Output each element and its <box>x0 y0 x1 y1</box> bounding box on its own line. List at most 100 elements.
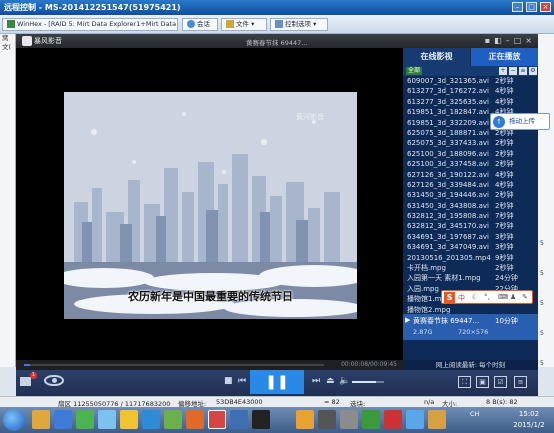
fullscreen-icon[interactable]: ⛶ <box>458 376 471 388</box>
app-icon[interactable] <box>120 410 138 429</box>
next-button[interactable]: ⏭ <box>312 376 320 386</box>
chat-button[interactable]: 会话 <box>182 18 218 31</box>
user-icon[interactable]: ♟ <box>510 293 516 301</box>
start-button[interactable] <box>3 409 25 431</box>
close-button[interactable]: × <box>540 2 551 12</box>
player-titlebar[interactable]: 暴风影音 黄赛春节抹 69447... ▪ ◧ – □ × <box>16 34 538 48</box>
playlist-item[interactable]: 625100_3d_188096.avi 2秒钟 <box>403 149 538 159</box>
explorer-icon[interactable] <box>32 410 50 429</box>
ime-language[interactable]: 中 <box>458 293 465 303</box>
now-playing-item[interactable]: ▶ 黄赛春节抹 69447... 10分钟 2.87G 720×576 <box>403 314 538 340</box>
winhex-taskbar-tab[interactable]: WinHex - [RAID 5: Mirt Data Explorer1+Mi… <box>2 18 178 31</box>
app-icon[interactable] <box>428 410 446 429</box>
playlist-item-name: 634691_3d_347049.avi <box>407 243 489 252</box>
filter-dropdown[interactable]: 全部 <box>406 67 423 75</box>
playlist-item[interactable]: 20130516_201305.mp4 9秒钟 <box>403 253 538 263</box>
playlist-item[interactable]: 625075_3d_337433.avi 2秒钟 <box>403 138 538 148</box>
ie-icon[interactable] <box>54 410 72 429</box>
add-icon[interactable]: + <box>499 67 507 75</box>
minimize-icon[interactable]: – <box>506 36 510 45</box>
playlist-footer[interactable]: 网上阅读最新: 每个时刻 <box>403 360 538 370</box>
app-icon[interactable] <box>186 410 204 429</box>
app-icon[interactable] <box>230 410 248 429</box>
playlist-item[interactable]: 634691_3d_197687.avi 3秒钟 <box>403 232 538 242</box>
playlist-item[interactable]: 632812_3d_345170.avi 7秒钟 <box>403 221 538 231</box>
seek-track[interactable] <box>24 364 324 366</box>
playlist-item[interactable]: 625100_3d_337458.avi 2秒钟 <box>403 159 538 169</box>
control-options-button[interactable]: 控制选项 ▾ <box>270 18 328 31</box>
playlist-item[interactable]: 613277_3d_325635.avi 4秒钟 <box>403 97 538 107</box>
maximize-button[interactable]: □ <box>526 2 537 12</box>
playlist-item[interactable]: 627126_3d_190122.avi 4秒钟 <box>403 170 538 180</box>
skin-icon[interactable]: ◧ <box>494 36 502 45</box>
background-toolbar: WinHex - [RAID 5: Mirt Data Explorer1+Mi… <box>0 15 554 34</box>
volume-slider[interactable] <box>352 381 384 383</box>
settings-icon[interactable]: ⚙ <box>529 67 537 75</box>
keyboard-icon[interactable]: ⌨ <box>498 293 508 301</box>
tab-online-video[interactable]: 在线影视 <box>403 48 470 66</box>
previous-button[interactable]: ⏮ <box>238 376 246 386</box>
seek-bar[interactable]: 00:00:08/00:09:45 <box>16 360 403 370</box>
media-player-taskbar-icon[interactable] <box>208 410 226 429</box>
list-icon[interactable]: ≡ <box>519 67 527 75</box>
playlist-item[interactable]: 634691_3d_347049.avi 3秒钟 <box>403 242 538 252</box>
app-icon[interactable] <box>406 410 424 429</box>
video-frame[interactable]: 黄河影音 农历新年是中国最重要的传统节日 <box>64 92 357 319</box>
chat-icon[interactable]: ▪ <box>485 36 490 45</box>
playlist-item-name: 634691_3d_197687.avi <box>407 232 489 241</box>
moon-icon[interactable]: ☾ <box>472 293 478 301</box>
shield-icon[interactable] <box>142 410 160 429</box>
play-indicator-icon: ▶ <box>405 316 411 324</box>
player-app-name[interactable]: 暴风影音 <box>34 36 62 46</box>
upload-tooltip[interactable]: ↑ 拖动上传 <box>490 113 550 130</box>
playlist-item[interactable]: 631450_3d_343808.avi 2秒钟 <box>403 201 538 211</box>
app-icon[interactable] <box>252 410 270 429</box>
playlist-toggle-icon[interactable]: ☑ <box>494 376 507 388</box>
playlist-item[interactable]: 631450_3d_194446.avi 2秒钟 <box>403 190 538 200</box>
app-icon[interactable] <box>164 410 182 429</box>
playlist-item-name: 609007_3d_321365.avi <box>407 77 489 85</box>
upload-tooltip-label: 拖动上传 <box>509 117 535 125</box>
video-display[interactable]: 黄河影音 农历新年是中国最重要的传统节日 <box>16 48 403 360</box>
eye-protection-icon[interactable] <box>44 375 64 386</box>
open-file-button[interactable]: ⏏ <box>326 376 335 386</box>
system-clock[interactable]: 15:02 2015/1/2 <box>506 409 552 431</box>
minimize-button[interactable]: – <box>512 2 523 12</box>
file-menu-button[interactable]: 文件 ▾ <box>221 18 267 31</box>
playlist-item[interactable]: 613277_3d_176272.avi 4秒钟 <box>403 86 538 96</box>
offset-value: 53DB4E43000 <box>216 398 263 406</box>
clock-time: 15:02 <box>518 410 540 418</box>
left-strip-label-1: 窝 <box>2 34 9 42</box>
playlist-item-duration: 4秒钟 <box>495 170 514 179</box>
volume-icon[interactable]: 🔈 <box>339 376 350 386</box>
app-icon[interactable] <box>98 410 116 429</box>
app-icon[interactable] <box>384 410 402 429</box>
app-icon[interactable] <box>340 410 358 429</box>
menu-icon[interactable]: ≡ <box>514 376 527 388</box>
remote-window-titlebar[interactable]: 远程控制 - MS-201412251547(51975421) – □ × <box>0 0 554 15</box>
playlist-item-duration: 4秒钟 <box>495 97 514 106</box>
punctuation-icon[interactable]: °, <box>484 293 490 301</box>
playlist-item[interactable]: 609007_3d_321365.avi 2秒钟 <box>403 76 538 86</box>
close-icon[interactable]: × <box>525 36 532 45</box>
maximize-icon[interactable]: □ <box>514 36 522 45</box>
ime-toolbar[interactable]: S 中 ☾ °, ⌨ ♟ ✎ <box>441 290 533 304</box>
toolbox-icon[interactable] <box>20 377 31 386</box>
left-strip-label-2: 文( <box>2 43 12 51</box>
playlist-item[interactable]: 632812_3d_195808.avi 7秒钟 <box>403 211 538 221</box>
qq-browser-icon[interactable] <box>76 410 94 429</box>
playlist-item[interactable]: 入园第一天 素材1.mpg 24分钟 <box>403 273 538 283</box>
remove-icon[interactable]: − <box>509 67 517 75</box>
app-icon[interactable] <box>318 410 336 429</box>
snapshot-icon[interactable]: ▣ <box>476 376 489 388</box>
playlist-item[interactable]: 627126_3d_339484.avi 4秒钟 <box>403 180 538 190</box>
playlist-item[interactable]: 卡开档.mpg 2秒钟 <box>403 263 538 273</box>
stop-button[interactable]: ■ <box>224 376 233 386</box>
tab-now-playing[interactable]: 正在播放 <box>471 48 538 66</box>
pause-button[interactable]: ❚❚ <box>250 370 304 394</box>
app-icon[interactable] <box>296 410 314 429</box>
tools-icon[interactable]: ✎ <box>522 293 528 301</box>
app-icon[interactable] <box>362 410 380 429</box>
now-playing-resolution: 720×576 <box>458 328 489 336</box>
tray-language[interactable]: CH <box>470 410 479 418</box>
